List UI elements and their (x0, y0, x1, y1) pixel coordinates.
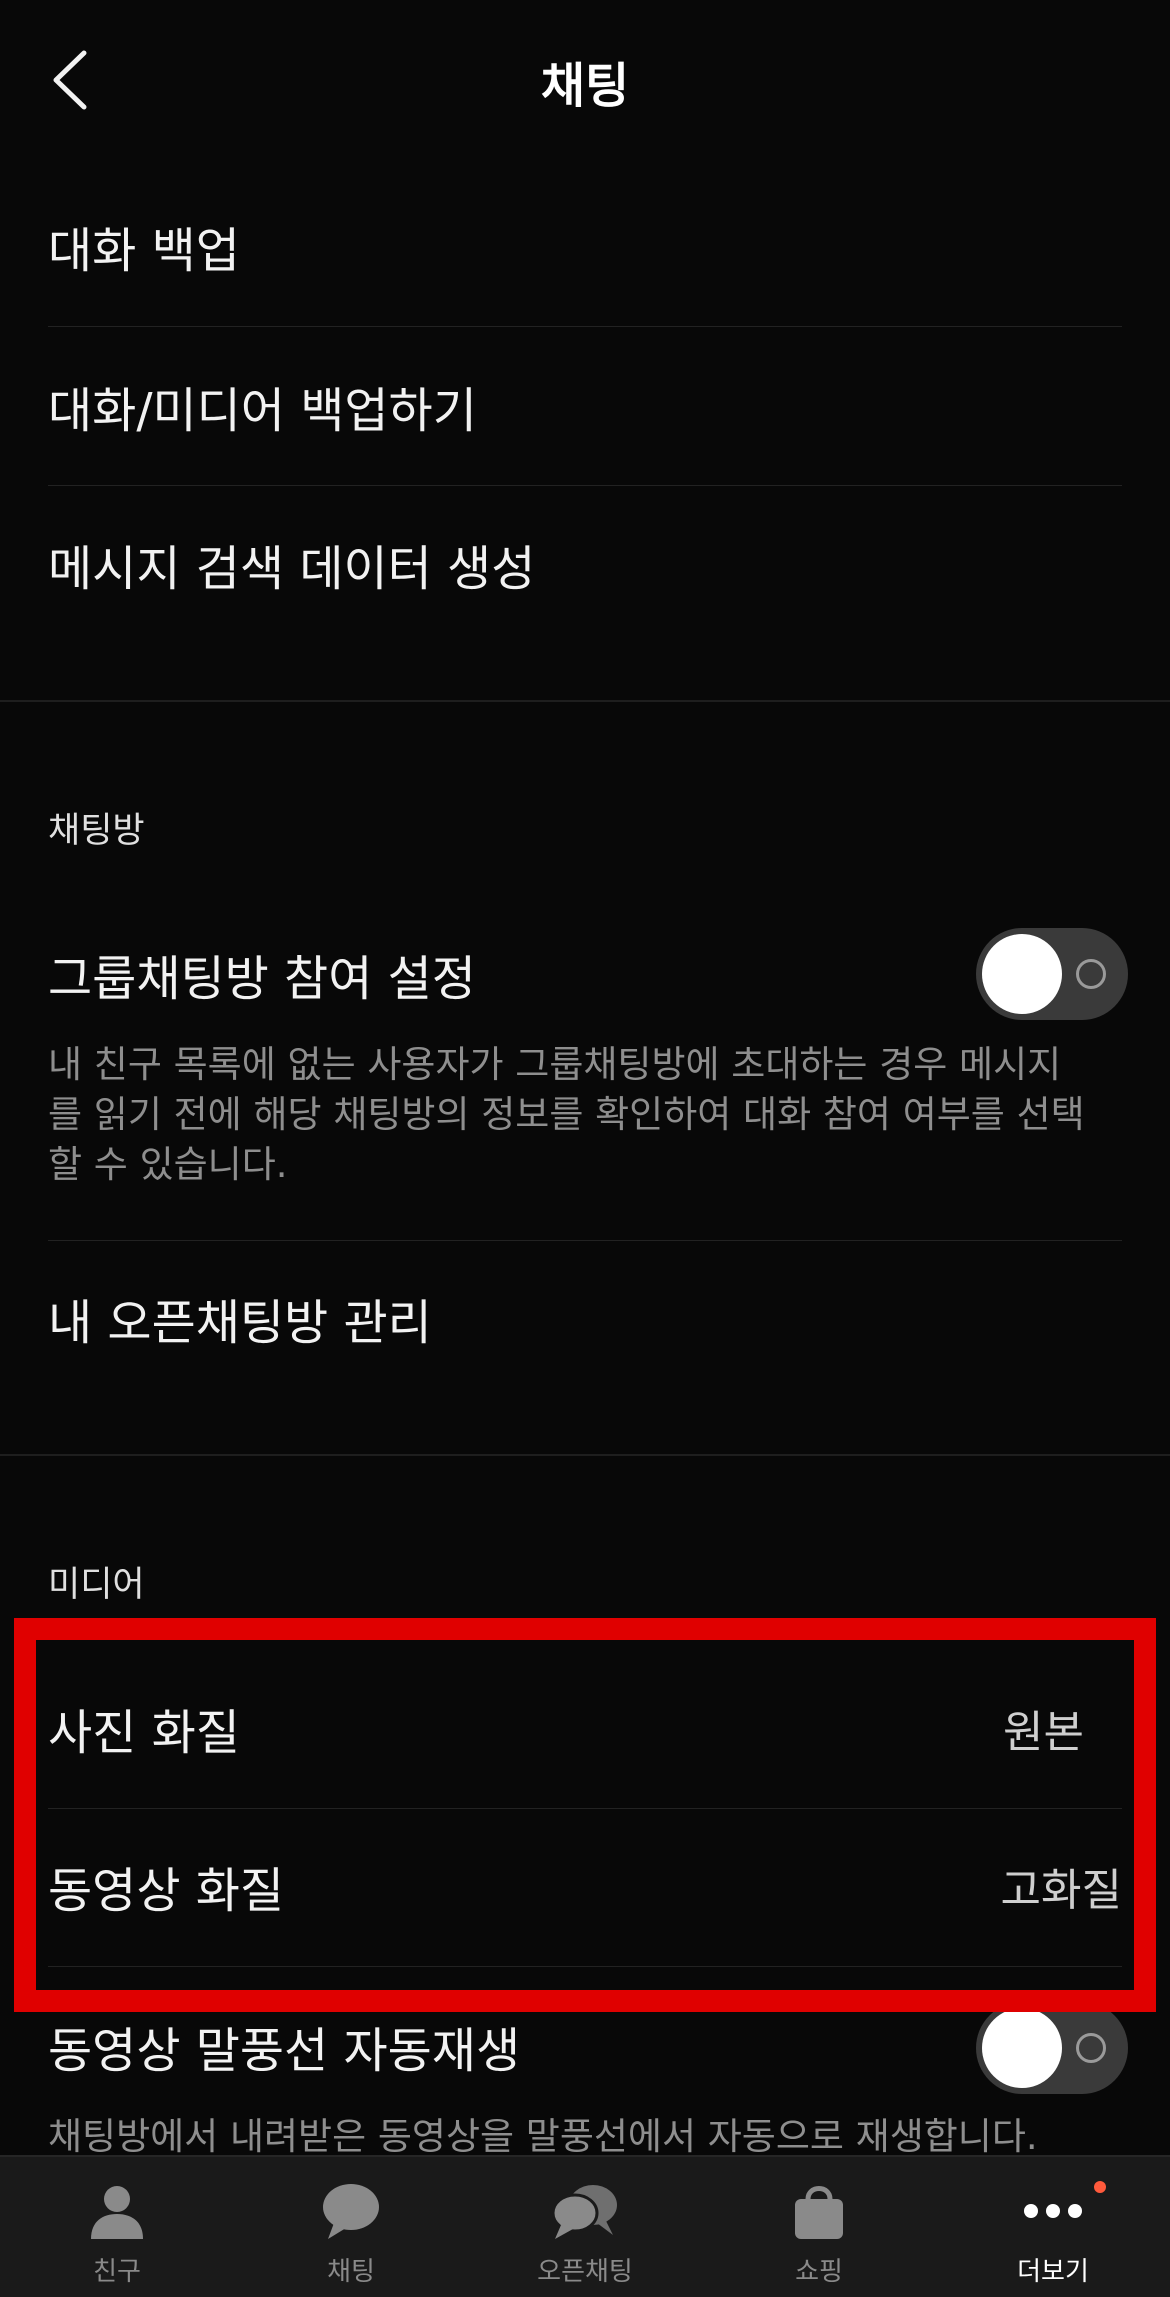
tab-friends[interactable]: 친구 (0, 2157, 234, 2297)
tab-label: 친구 (93, 2257, 141, 2287)
tab-open-chat[interactable]: 오픈채팅 (468, 2157, 702, 2297)
tab-chats[interactable]: 채팅 (234, 2157, 468, 2297)
section-title-chatroom: 채팅방 (48, 811, 145, 851)
page-title: 채팅 (540, 58, 630, 114)
notification-badge (1094, 2181, 1106, 2193)
more-dots-icon (1024, 2204, 1082, 2218)
backup-chat-label: 대화 백업 (48, 223, 240, 279)
video-autoplay-item: 동영상 말풍선 자동재생 (48, 2000, 1122, 2092)
tab-shopping[interactable]: 쇼핑 (702, 2157, 936, 2297)
video-autoplay-label: 동영상 말풍선 자동재생 (48, 2023, 521, 2079)
shopping-bag-icon (795, 2186, 843, 2239)
open-chat-manage-label: 내 오픈채팅방 관리 (48, 1295, 432, 1351)
divider (48, 1808, 1122, 1809)
toggle-knob (982, 934, 1062, 1014)
search-data-label: 메시지 검색 데이터 생성 (48, 541, 536, 597)
group-join-toggle[interactable] (976, 928, 1128, 1020)
bottom-tab-bar: 친구 채팅 오픈채팅 쇼핑 더보기 (0, 2155, 1170, 2297)
toggle-off-icon (1076, 959, 1106, 989)
group-join-description: 내 친구 목록에 없는 사용자가 그룹채팅방에 초대하는 경우 메시지를 읽기 … (48, 1043, 1085, 1186)
section-divider (0, 700, 1170, 702)
divider (48, 326, 1122, 327)
highlight-box (14, 1618, 1156, 2012)
open-chat-icon (551, 2185, 617, 2239)
video-autoplay-toggle[interactable] (976, 2002, 1128, 2094)
group-join-setting-item: 그룹채팅방 참여 설정 (48, 928, 1122, 1020)
divider (48, 1966, 1122, 1967)
photo-quality-item[interactable]: 사진 화질 원본 (48, 1682, 1122, 1774)
video-quality-item[interactable]: 동영상 화질 고화질 (48, 1840, 1122, 1932)
section-title-media: 미디어 (48, 1565, 145, 1605)
backup-media-label: 대화/미디어 백업하기 (48, 383, 477, 439)
tab-label: 오픈채팅 (537, 2257, 633, 2287)
tab-label: 쇼핑 (795, 2257, 843, 2287)
top-bar: 채팅 (0, 0, 1170, 155)
video-quality-value: 고화질 (1000, 1865, 1122, 1916)
open-chat-manage-item[interactable]: 내 오픈채팅방 관리 (48, 1272, 1122, 1364)
toggle-knob (982, 2008, 1062, 2088)
tab-label: 더보기 (1017, 2257, 1089, 2287)
divider (48, 1240, 1122, 1241)
photo-quality-value: 원본 (1003, 1707, 1084, 1758)
tab-more[interactable]: 더보기 (936, 2157, 1170, 2297)
tab-label: 채팅 (327, 2257, 375, 2287)
backup-media-item[interactable]: 대화/미디어 백업하기 (48, 360, 1122, 452)
section-divider (0, 1454, 1170, 1456)
video-quality-label: 동영상 화질 (48, 1863, 285, 1919)
person-icon (91, 2186, 143, 2239)
backup-chat-item[interactable]: 대화 백업 (48, 200, 1122, 292)
divider (48, 485, 1122, 486)
chat-bubble-icon (323, 2184, 379, 2239)
toggle-off-icon (1076, 2033, 1106, 2063)
photo-quality-label: 사진 화질 (48, 1705, 240, 1761)
search-data-item[interactable]: 메시지 검색 데이터 생성 (48, 518, 1122, 610)
group-join-label: 그룹채팅방 참여 설정 (48, 951, 476, 1007)
